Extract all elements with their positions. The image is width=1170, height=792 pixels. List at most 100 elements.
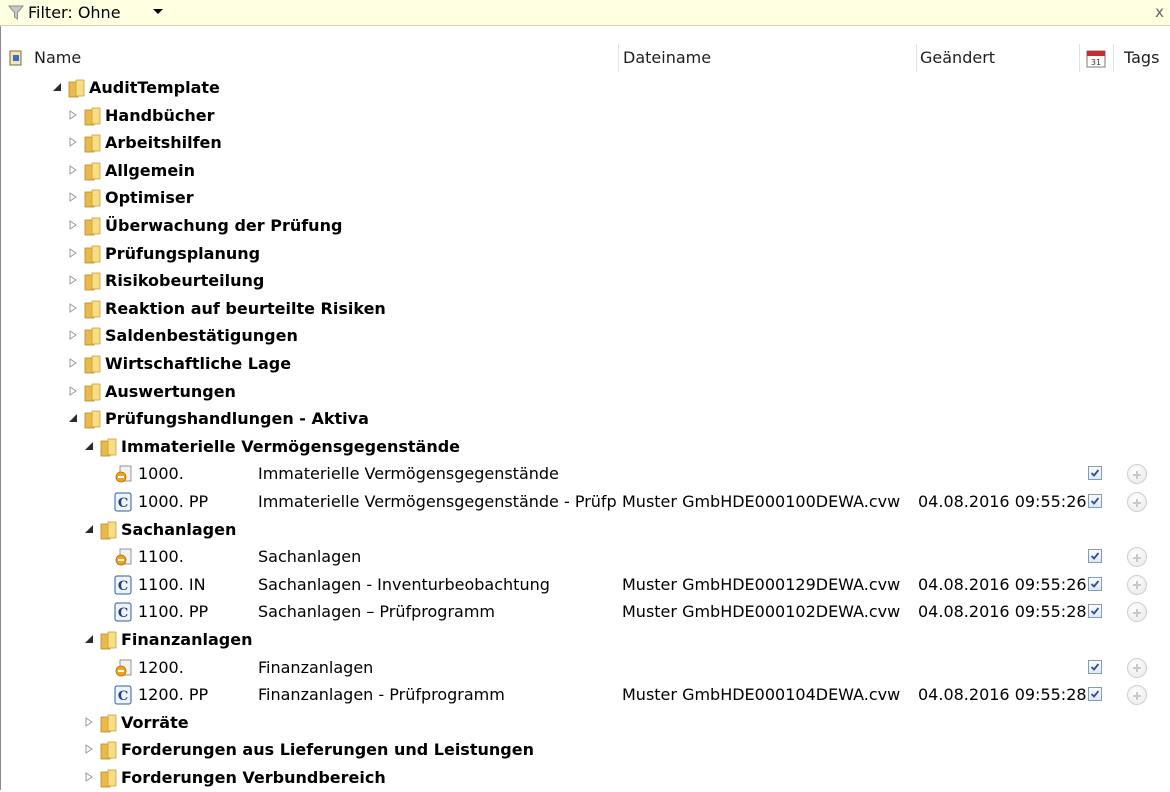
expand-triangle-icon[interactable] [84,744,94,755]
expand-triangle-icon[interactable] [68,302,78,313]
tree-folder-row[interactable]: Optimiser [0,184,1170,212]
column-changed[interactable]: Geändert [920,48,995,67]
tree-folder-row[interactable]: Forderungen aus Lieferungen und Leistung… [0,736,1170,764]
expand-triangle-icon[interactable] [68,358,78,368]
tree-folder-row[interactable]: Überwachung der Prüfung [0,212,1170,240]
tree-folder-row[interactable]: Vorräte [0,709,1170,737]
document-number: 1200. [138,657,184,677]
expand-triangle-icon[interactable] [68,275,78,286]
document-number: 1100. PP [138,602,209,622]
document-number: 1100. IN [138,574,206,594]
folder-name: AuditTemplate [89,78,220,97]
checkmark-icon [1090,497,1100,505]
expand-triangle-icon[interactable] [68,220,78,230]
add-tag-button[interactable] [1127,602,1147,623]
tree-folder-row[interactable]: Arbeitshilfen [0,129,1170,157]
add-tag-button[interactable] [1127,464,1147,485]
collapse-triangle-icon[interactable] [84,441,94,451]
svg-text:31: 31 [1091,58,1101,67]
folder-icon [100,521,117,539]
folder-name: Immaterielle Vermögensgegenstände [121,436,461,456]
expand-triangle-icon[interactable] [68,192,78,203]
tree-folder-row[interactable]: Allgemein [0,157,1170,185]
add-tag-button[interactable] [1127,685,1147,706]
close-filter-icon[interactable]: x [1155,3,1164,21]
tree-document-row[interactable]: C 1100. PP Sachanlagen – Prüfprogramm Muste… [0,598,1170,626]
tree-folder-row[interactable]: Immaterielle Vermögensgegenstände [0,433,1170,461]
add-tag-button[interactable] [1127,657,1147,678]
tree-folder-row[interactable]: AuditTemplate [0,74,1170,102]
tree-folder-row[interactable]: Finanzanlagen [0,626,1170,654]
expand-triangle-icon[interactable] [68,385,78,396]
document-number: 1000. [138,464,184,484]
tree-folder-row[interactable]: Wirtschaftliche Lage [0,350,1170,378]
expand-triangle-icon[interactable] [84,772,94,782]
column-filename[interactable]: Dateiname [623,48,711,67]
row-checkbox[interactable] [1088,604,1102,619]
tree-folder-row[interactable]: Risikobeurteilung [0,267,1170,295]
expand-triangle-icon[interactable] [68,247,78,258]
svg-text:C: C [118,606,128,621]
expand-triangle-icon[interactable] [68,164,78,175]
tree-folder-row[interactable]: Sachanlagen [0,516,1170,544]
folder-icon [84,272,101,291]
document-changed-date: 04.08.2016 09:55:28 [918,602,1087,622]
checkmark-icon [1090,690,1100,699]
expand-triangle-icon[interactable] [68,330,78,341]
checklist-c-icon: C [114,492,132,512]
tree-document-row[interactable]: C 1000. PP Immaterielle Vermögensgegenstän… [0,488,1170,516]
collapse-triangle-icon[interactable] [52,82,62,92]
row-checkbox[interactable] [1088,494,1102,508]
document-changed-date: 04.08.2016 09:55:26 [918,492,1087,511]
document-filename: Muster GmbHDE000104DEWA.cvw [622,685,901,705]
tree-document-row[interactable]: C 1200. PP Finanzanlagen - Prüfprogramm Mus… [0,681,1170,709]
document-changed-date: 04.08.2016 09:55:26 [918,574,1087,594]
add-tag-button[interactable] [1127,574,1147,595]
column-tags[interactable]: Tags [1124,48,1159,67]
tree-folder-row[interactable]: Reaktion auf beurteilte Risiken [0,295,1170,323]
tree-document-row[interactable]: 1100. Sachanlagen [0,543,1170,571]
column-name[interactable]: Name [34,48,81,67]
expand-triangle-icon[interactable] [68,109,78,120]
tree-document-row[interactable]: 1000. Immaterielle Vermögensgegenstände [0,460,1170,488]
document-type-icon[interactable] [7,49,25,67]
add-tag-button[interactable] [1127,547,1147,568]
calendar-icon[interactable]: 31 [1085,47,1107,69]
expand-triangle-icon[interactable] [68,137,78,148]
tree-folder-row[interactable]: Handbücher [0,102,1170,130]
row-checkbox[interactable] [1088,659,1102,674]
row-checkbox[interactable] [1088,576,1102,591]
tree-folder-row[interactable]: Saldenbestätigungen [0,322,1170,350]
add-tag-button[interactable] [1127,492,1147,512]
tree-folder-row[interactable]: Auswertungen [0,378,1170,406]
expand-triangle-icon[interactable] [84,716,94,727]
folder-icon [100,769,117,788]
document-changed-date: 04.08.2016 09:55:28 [918,685,1087,705]
folder-name: Finanzanlagen [121,630,253,649]
folder-name: Risikobeurteilung [105,271,265,291]
row-checkbox[interactable] [1088,549,1102,564]
collapse-triangle-icon[interactable] [84,634,94,644]
document-filename: Muster GmbHDE000102DEWA.cvw [622,602,901,622]
row-checkbox[interactable] [1088,687,1102,702]
tree-folder-row[interactable]: Forderungen Verbundbereich [0,764,1170,792]
tree-folder-row[interactable]: Prüfungsplanung [0,240,1170,268]
collapse-triangle-icon[interactable] [68,413,78,423]
folder-name: Allgemein [105,160,196,180]
filter-bar[interactable]: Filter: Ohne x [0,0,1170,26]
folder-name: Prüfungsplanung [105,243,261,263]
folder-name: Reaktion auf beurteilte Risiken [105,298,386,318]
dropdown-arrow-icon[interactable] [150,4,166,20]
row-checkbox[interactable] [1088,466,1102,481]
filter-label: Filter: Ohne [28,3,121,22]
document-description: Finanzanlagen - Prüfprogramm [258,685,505,705]
tree-document-row[interactable]: C 1100. IN Sachanlagen - Inventurbeobachtu… [0,571,1170,599]
document-description: Sachanlagen - Inventurbeobachtung [258,574,550,594]
checklist-c-icon: C [114,685,132,705]
folder-icon [84,217,101,236]
folder-icon [84,245,101,263]
tree-document-row[interactable]: 1200. Finanzanlagen [0,654,1170,682]
collapse-triangle-icon[interactable] [84,524,94,534]
folder-icon [84,189,101,208]
tree-folder-row[interactable]: Prüfungshandlungen - Aktiva [0,405,1170,433]
